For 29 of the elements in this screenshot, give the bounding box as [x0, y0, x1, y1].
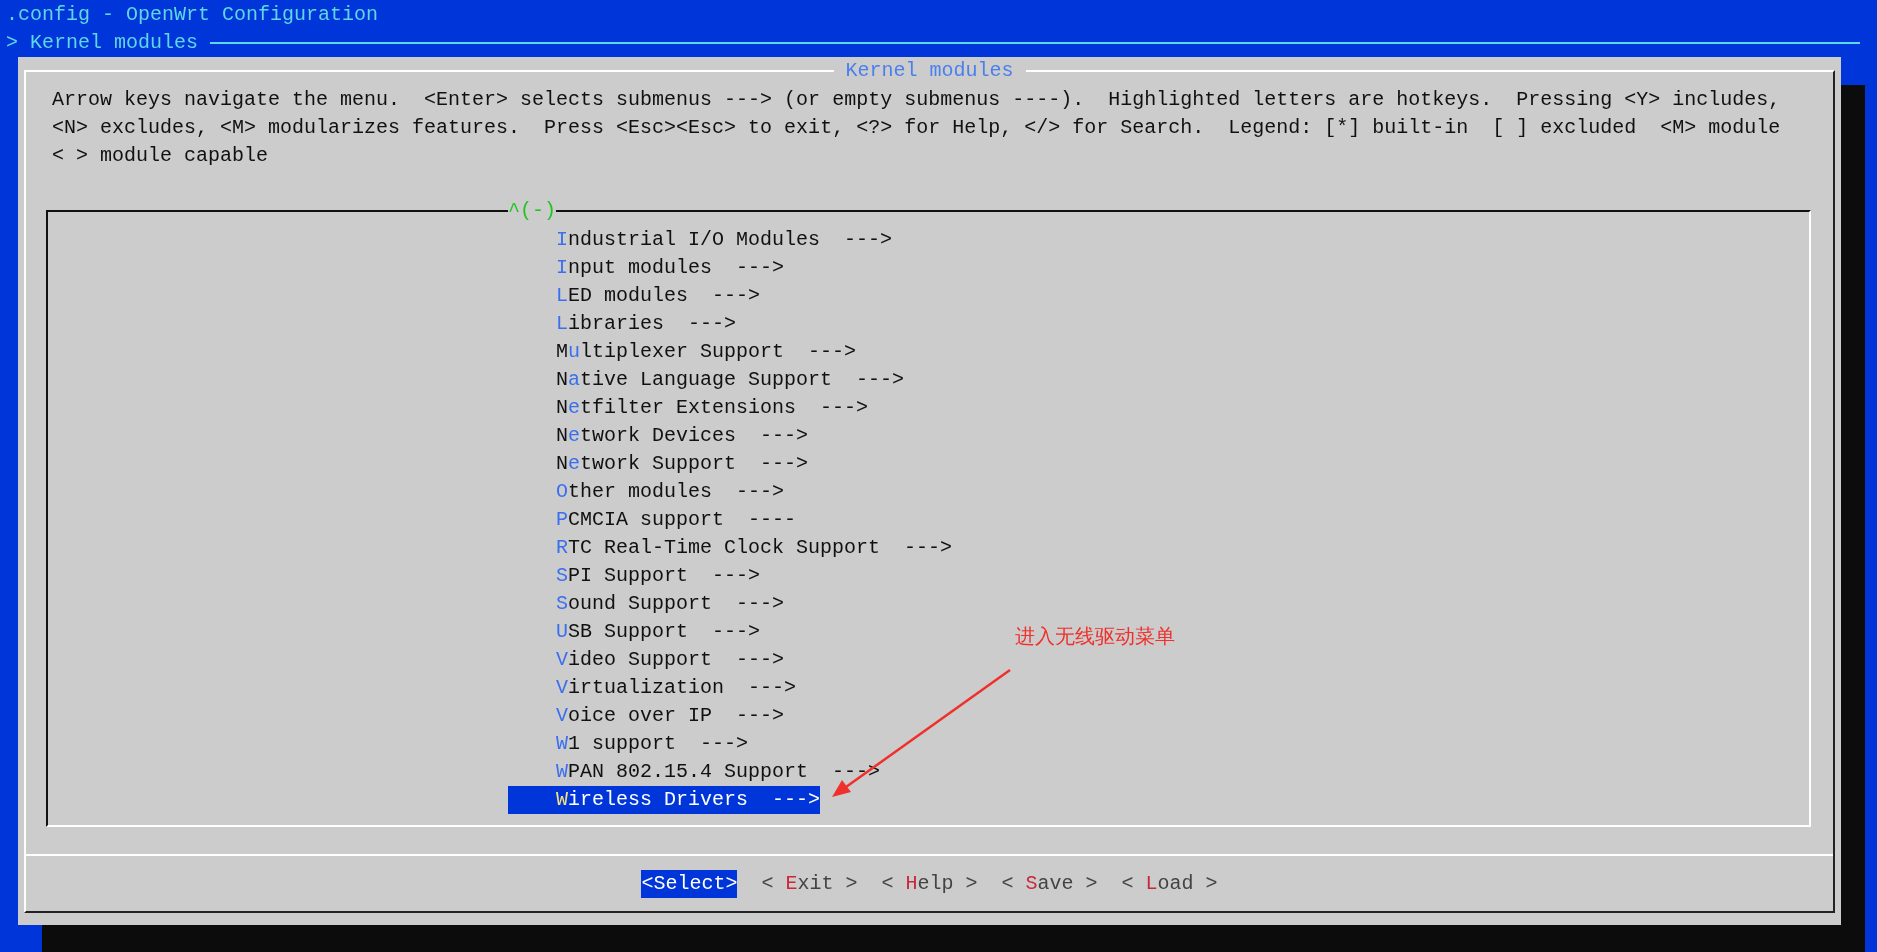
dialog-button[interactable]: < Help > [881, 870, 978, 898]
menu-item[interactable]: Industrial I/O Modules ---> [508, 226, 893, 254]
menu-item[interactable]: Video Support ---> [508, 646, 785, 674]
menu-item[interactable]: Libraries ---> [508, 310, 737, 338]
menu-item[interactable]: Wireless Drivers ---> [508, 786, 821, 814]
menu-item[interactable]: Netfilter Extensions ---> [508, 394, 869, 422]
menu-item[interactable]: RTC Real-Time Clock Support ---> [508, 534, 953, 562]
dialog-button[interactable]: < Save > [1001, 870, 1098, 898]
menu-item[interactable]: PCMCIA support ---- [508, 506, 797, 534]
menu-item[interactable]: SPI Support ---> [508, 562, 761, 590]
menu-item[interactable]: Input modules ---> [508, 254, 785, 282]
menu-item[interactable]: Other modules ---> [508, 478, 785, 506]
menu-item[interactable]: Network Devices ---> [508, 422, 809, 450]
menu-item[interactable]: Network Support ---> [508, 450, 809, 478]
menu-item[interactable]: Multiplexer Support ---> [508, 338, 857, 366]
window-title: .config - OpenWrt Configuration [6, 2, 379, 28]
menu-item[interactable]: W1 support ---> [508, 730, 749, 758]
annotation-text: 进入无线驱动菜单 [1015, 623, 1175, 649]
dialog-button[interactable]: < Exit > [761, 870, 858, 898]
menu-item[interactable]: LED modules ---> [508, 282, 761, 310]
menu-item[interactable]: Voice over IP ---> [508, 702, 785, 730]
menu-item[interactable]: Sound Support ---> [508, 590, 785, 618]
breadcrumb: > Kernel modules [6, 30, 199, 56]
dialog-button[interactable]: < Load > [1121, 870, 1218, 898]
menu-item[interactable]: USB Support ---> [508, 618, 761, 646]
dialog-button[interactable]: <Select> [641, 870, 738, 898]
help-text: Arrow keys navigate the menu. <Enter> selects submenus ---> (or empty submenus ----). Highlighted letters are hotkeys. Pressing <Y> includes, <N> excludes, <M> modularizes features. Press <Esc><Esc> to exit, <?> for Help, </> for Search. Legend: [*] built-in [ ] excluded <M> module < > module capable [52, 87, 1782, 169]
menu-item[interactable]: Native Language Support ---> [508, 366, 905, 394]
menu-item[interactable]: Virtualization ---> [508, 674, 797, 702]
